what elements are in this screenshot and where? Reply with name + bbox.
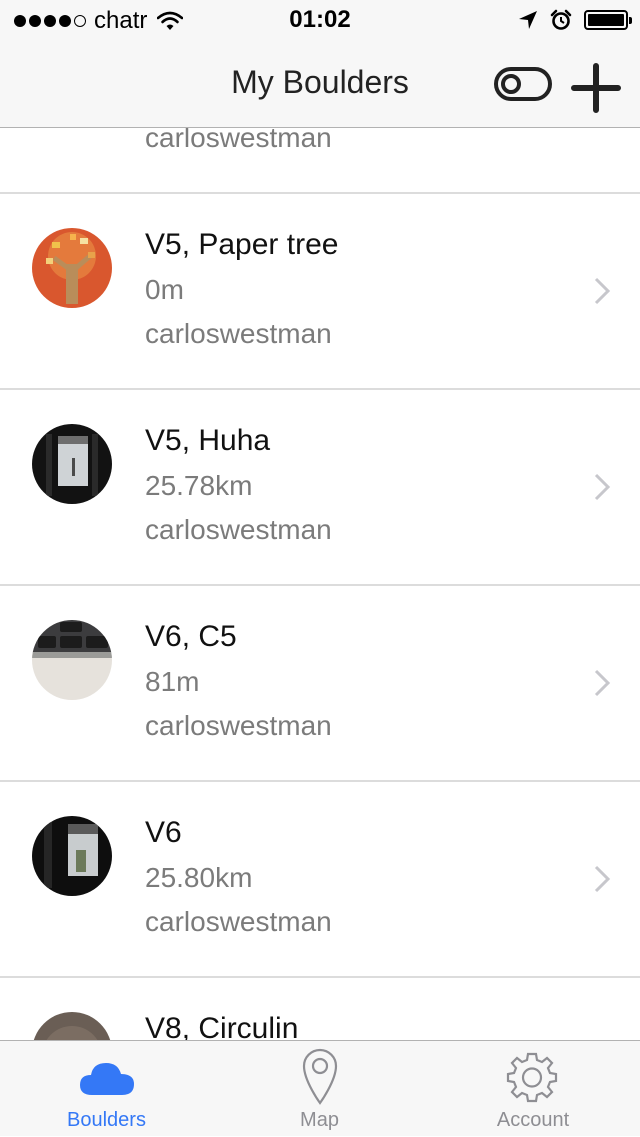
boulder-thumbnail — [32, 228, 112, 308]
boulder-thumbnail — [32, 1012, 112, 1040]
tab-label: Boulders — [67, 1109, 146, 1131]
boulder-user: carloswestman — [145, 710, 332, 741]
boulder-user: carloswestman — [145, 128, 332, 153]
boulder-user: carloswestman — [145, 906, 332, 937]
list-item[interactable]: V6, C5 81m carloswestman — [0, 586, 640, 782]
boulder-thumbnail — [32, 620, 112, 700]
add-icon[interactable] — [570, 62, 622, 114]
chevron-right-icon — [594, 473, 611, 501]
boulder-name: V5, Huha — [145, 424, 271, 457]
tab-map[interactable]: Map — [213, 1041, 426, 1137]
list-item[interactable]: V8, Circulin — [0, 978, 640, 1040]
list-item[interactable]: carloswestman — [0, 128, 640, 194]
list-item[interactable]: V5, Paper tree 0m carloswestman — [0, 194, 640, 390]
boulder-thumbnail — [32, 424, 112, 504]
tab-label: Map — [300, 1109, 339, 1131]
navigation-bar: My Boulders — [0, 40, 640, 128]
boulder-user: carloswestman — [145, 318, 332, 349]
boulder-name: V6, C5 — [145, 620, 237, 653]
boulder-name: V6 — [145, 816, 182, 849]
battery-icon — [584, 10, 632, 30]
tab-label: Account — [496, 1109, 570, 1131]
boulder-thumbnail — [32, 816, 112, 896]
boulder-list[interactable]: carloswestman V5, Paper tree 0m carloswe… — [0, 128, 640, 1040]
tab-account[interactable]: Account — [426, 1041, 640, 1137]
cloud-icon — [80, 1063, 134, 1095]
boulder-user: carloswestman — [145, 514, 332, 545]
tab-bar: Boulders Map Account — [0, 1040, 640, 1136]
boulder-distance: 0m — [145, 274, 184, 305]
gear-icon — [506, 1052, 558, 1103]
toggle-switch-icon[interactable] — [494, 66, 554, 102]
status-bar: chatr 01:02 — [0, 0, 640, 40]
tab-boulders[interactable]: Boulders — [0, 1041, 213, 1137]
chevron-right-icon — [594, 277, 611, 305]
chevron-right-icon — [594, 865, 611, 893]
status-right-group — [518, 9, 632, 31]
boulder-distance: 25.78km — [145, 470, 253, 501]
list-item[interactable]: V6 25.80km carloswestman — [0, 782, 640, 978]
alarm-clock-icon — [550, 9, 572, 30]
list-item[interactable]: V5, Huha 25.78km carloswestman — [0, 390, 640, 586]
boulder-distance: 81m — [145, 666, 200, 697]
boulder-name: V5, Paper tree — [145, 228, 339, 261]
boulder-name: V8, Circulin — [145, 1012, 299, 1040]
chevron-right-icon — [594, 669, 611, 697]
location-arrow-icon — [519, 11, 537, 29]
map-pin-icon — [302, 1048, 338, 1105]
boulder-distance: 25.80km — [145, 862, 253, 893]
